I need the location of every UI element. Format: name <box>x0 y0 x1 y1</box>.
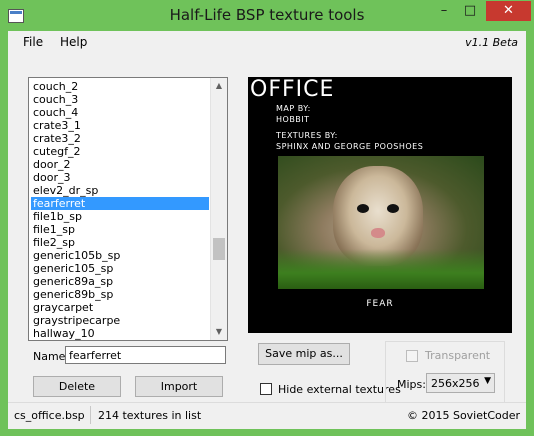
list-item[interactable]: door_2 <box>31 158 209 171</box>
hide-external-label[interactable]: Hide external textures <box>278 383 401 396</box>
ferret-photo <box>278 156 484 289</box>
menu-bar: File Help v1.1 Beta <box>8 31 526 53</box>
list-item[interactable]: graystripecarpe <box>31 314 209 327</box>
texture-list-items: couch_2 couch_3 couch_4 crate3_1 crate3_2 cut… <box>31 80 209 340</box>
status-bar: cs_office.bsp 214 textures in list © 201… <box>8 402 526 429</box>
list-item[interactable]: generic89a_sp <box>31 275 209 288</box>
list-item[interactable]: couch_2 <box>31 80 209 93</box>
mip-options-group: Transparent Mips: 256x256 ▼ <box>385 341 505 404</box>
grass <box>278 249 484 289</box>
app-window: Half-Life BSP texture tools – □ ✕ File H… <box>0 0 534 436</box>
preview-map-by-label: MAP BY: <box>276 104 311 113</box>
preview-map-by: HOBBIT <box>276 115 310 124</box>
list-item[interactable]: file1b_sp <box>31 210 209 223</box>
preview-caption: FEAR <box>366 299 394 309</box>
client-area: File Help v1.1 Beta couch_2 couch_3 couch_… <box>8 31 526 429</box>
transparent-checkbox[interactable] <box>406 350 418 362</box>
close-button[interactable]: ✕ <box>486 1 531 21</box>
transparent-label[interactable]: Transparent <box>425 349 490 362</box>
ferret-nose <box>371 228 385 238</box>
status-count: 214 textures in list <box>98 409 202 422</box>
list-scrollbar[interactable]: ▲ ▼ <box>210 78 227 340</box>
status-file: cs_office.bsp <box>14 409 85 422</box>
mips-label: Mips: <box>397 378 426 391</box>
ferret-eye-right <box>387 204 399 213</box>
status-copyright: © 2015 SovietCoder <box>406 409 520 422</box>
maximize-button[interactable]: □ <box>457 1 483 21</box>
import-button[interactable]: Import <box>135 376 223 397</box>
list-item[interactable]: cutegf_2 <box>31 145 209 158</box>
scroll-down-icon[interactable]: ▼ <box>211 324 227 340</box>
list-item[interactable]: generic89b_sp <box>31 288 209 301</box>
scroll-up-icon[interactable]: ▲ <box>211 78 227 94</box>
menu-file[interactable]: File <box>23 35 43 49</box>
list-item[interactable]: hallway_10 <box>31 327 209 340</box>
mips-select[interactable]: 256x256 ▼ <box>426 373 495 393</box>
list-item[interactable]: fearferret <box>31 197 209 210</box>
hide-external-checkbox[interactable] <box>260 383 272 395</box>
mips-value: 256x256 <box>431 377 480 390</box>
preview-title: OFFICE <box>250 77 335 102</box>
list-item[interactable]: elev2_dr_sp <box>31 184 209 197</box>
name-label: Name: <box>33 350 70 363</box>
scroll-thumb[interactable] <box>213 238 225 260</box>
preview-textures-by: SPHINX AND GEORGE POOSHOES <box>276 142 424 151</box>
list-item[interactable]: generic105b_sp <box>31 249 209 262</box>
list-item[interactable]: file1_sp <box>31 223 209 236</box>
status-separator <box>90 406 91 424</box>
menu-help[interactable]: Help <box>60 35 87 49</box>
title-bar[interactable]: Half-Life BSP texture tools – □ ✕ <box>0 0 534 32</box>
save-mip-button[interactable]: Save mip as... <box>258 343 350 365</box>
minimize-button[interactable]: – <box>431 1 457 21</box>
name-input[interactable] <box>65 346 226 364</box>
list-item[interactable]: generic105_sp <box>31 262 209 275</box>
chevron-down-icon[interactable]: ▼ <box>484 376 491 386</box>
texture-preview: OFFICE MAP BY: HOBBIT TEXTURES BY: SPHIN… <box>248 77 512 333</box>
list-item[interactable]: file2_sp <box>31 236 209 249</box>
list-item[interactable]: graycarpet <box>31 301 209 314</box>
texture-list[interactable]: couch_2 couch_3 couch_4 crate3_1 crate3_2 cut… <box>28 77 228 341</box>
list-item[interactable]: door_3 <box>31 171 209 184</box>
ferret-eye-left <box>357 204 369 213</box>
version-label: v1.1 Beta <box>465 36 518 49</box>
delete-button[interactable]: Delete <box>33 376 121 397</box>
list-item[interactable]: couch_3 <box>31 93 209 106</box>
list-item[interactable]: crate3_1 <box>31 119 209 132</box>
list-item[interactable]: crate3_2 <box>31 132 209 145</box>
preview-textures-by-label: TEXTURES BY: <box>276 131 338 140</box>
list-item[interactable]: couch_4 <box>31 106 209 119</box>
